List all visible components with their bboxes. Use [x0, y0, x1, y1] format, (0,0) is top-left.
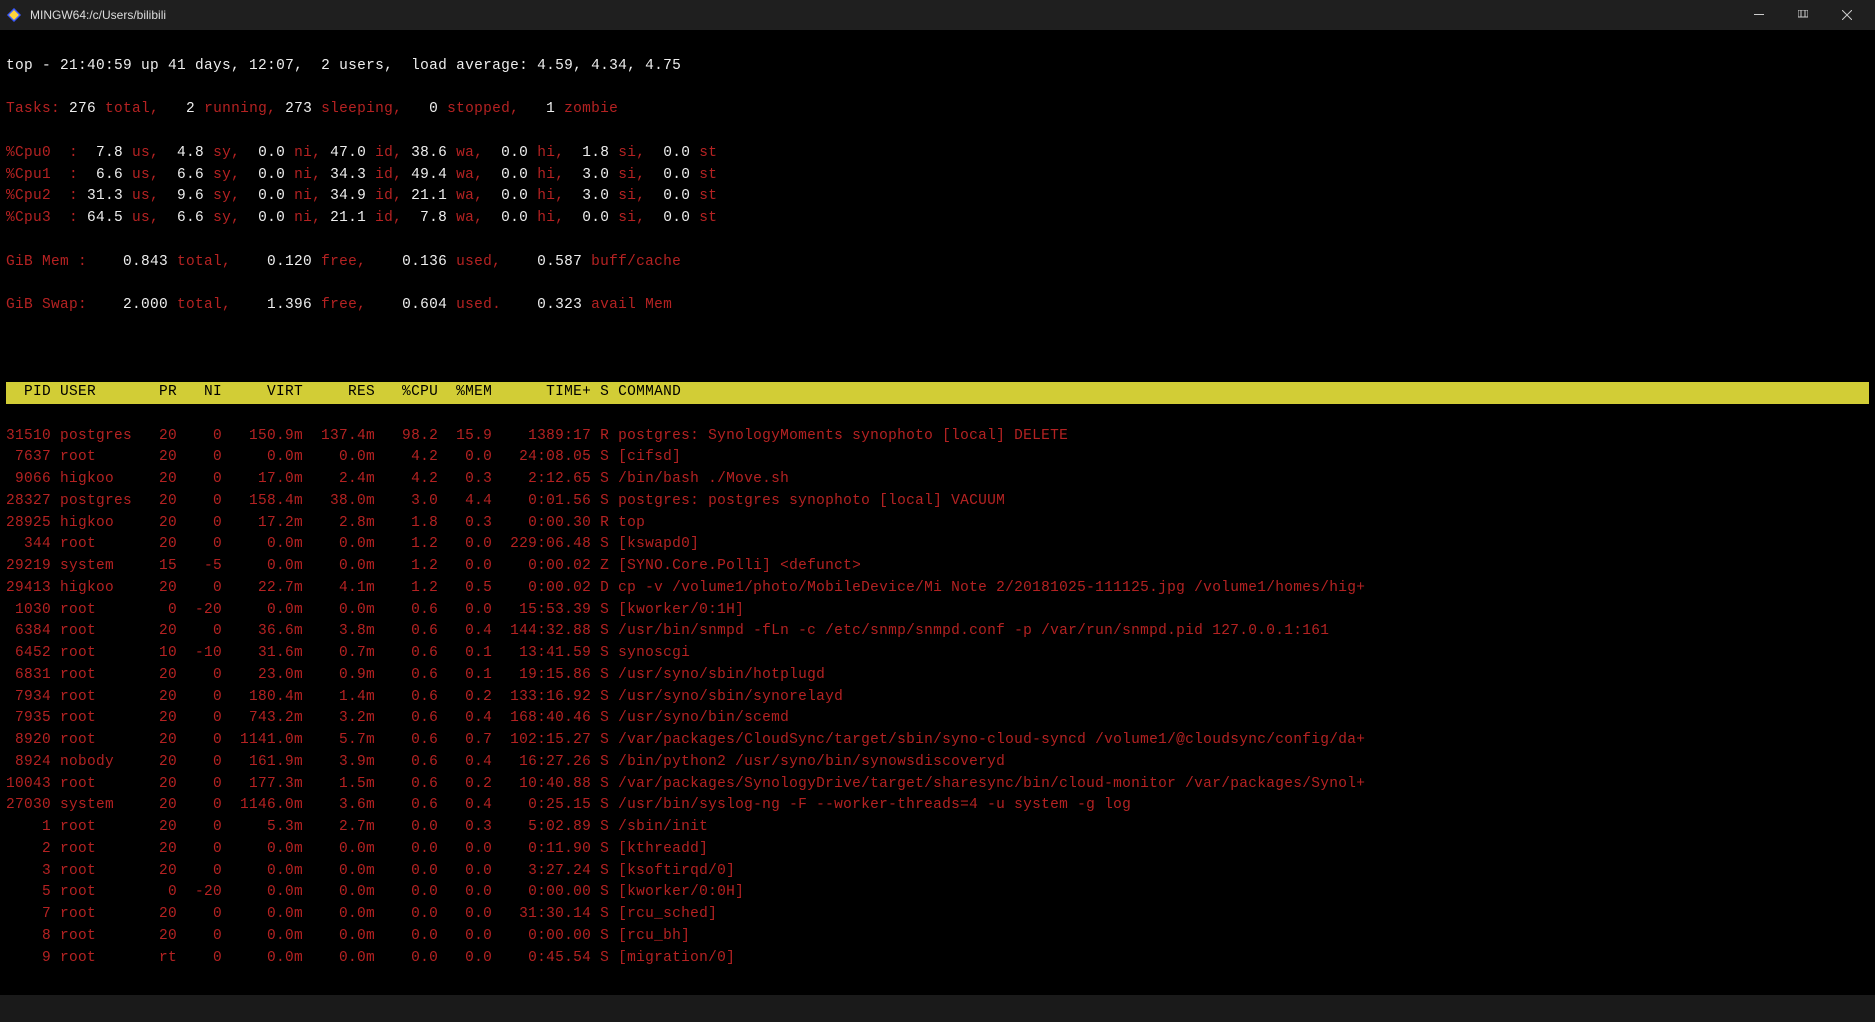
tasks-line: Tasks: 276 total, 2 running, 273 sleepin…: [6, 99, 1869, 121]
process-row: 6452 root 10 -10 31.6m 0.7m 0.6 0.1 13:4…: [6, 643, 1869, 665]
process-row: 28925 higkoo 20 0 17.2m 2.8m 1.8 0.3 0:0…: [6, 513, 1869, 535]
process-row: 1 root 20 0 5.3m 2.7m 0.0 0.3 5:02.89 S …: [6, 817, 1869, 839]
window-titlebar[interactable]: MINGW64:/c/Users/bilibili: [0, 0, 1875, 30]
process-row: 8924 nobody 20 0 161.9m 3.9m 0.6 0.4 16:…: [6, 752, 1869, 774]
process-row: 7934 root 20 0 180.4m 1.4m 0.6 0.2 133:1…: [6, 687, 1869, 709]
process-row: 3 root 20 0 0.0m 0.0m 0.0 0.0 3:27.24 S …: [6, 861, 1869, 883]
process-row: 7 root 20 0 0.0m 0.0m 0.0 0.0 31:30.14 S…: [6, 904, 1869, 926]
app-icon: [6, 7, 22, 23]
process-row: 2 root 20 0 0.0m 0.0m 0.0 0.0 0:11.90 S …: [6, 839, 1869, 861]
process-row: 29413 higkoo 20 0 22.7m 4.1m 1.2 0.5 0:0…: [6, 578, 1869, 600]
mem-line: GiB Mem : 0.843 total, 0.120 free, 0.136…: [6, 252, 1869, 274]
process-row: 8920 root 20 0 1141.0m 5.7m 0.6 0.7 102:…: [6, 730, 1869, 752]
process-row: 10043 root 20 0 177.3m 1.5m 0.6 0.2 10:4…: [6, 774, 1869, 796]
process-row: 6384 root 20 0 36.6m 3.8m 0.6 0.4 144:32…: [6, 621, 1869, 643]
process-row: 9 root rt 0 0.0m 0.0m 0.0 0.0 0:45.54 S …: [6, 948, 1869, 970]
blank-line: [6, 339, 1869, 361]
process-row: 1030 root 0 -20 0.0m 0.0m 0.6 0.0 15:53.…: [6, 600, 1869, 622]
process-row: 9066 higkoo 20 0 17.0m 2.4m 4.2 0.3 2:12…: [6, 469, 1869, 491]
process-row: 31510 postgres 20 0 150.9m 137.4m 98.2 1…: [6, 426, 1869, 448]
cpu-line: %Cpu2 : 31.3 us, 9.6 sy, 0.0 ni, 34.9 id…: [6, 186, 1869, 208]
cpu-line: %Cpu3 : 64.5 us, 6.6 sy, 0.0 ni, 21.1 id…: [6, 208, 1869, 230]
window-title: MINGW64:/c/Users/bilibili: [30, 8, 166, 22]
minimize-button[interactable]: [1737, 0, 1781, 30]
process-row: 344 root 20 0 0.0m 0.0m 1.2 0.0 229:06.4…: [6, 534, 1869, 556]
top-summary-line: top - 21:40:59 up 41 days, 12:07, 2 user…: [6, 56, 1869, 78]
process-header-row: PID USER PR NI VIRT RES %CPU %MEM TIME+ …: [6, 382, 1869, 404]
process-row: 29219 system 15 -5 0.0m 0.0m 1.2 0.0 0:0…: [6, 556, 1869, 578]
process-row: 28327 postgres 20 0 158.4m 38.0m 3.0 4.4…: [6, 491, 1869, 513]
maximize-button[interactable]: [1781, 0, 1825, 30]
process-row: 7935 root 20 0 743.2m 3.2m 0.6 0.4 168:4…: [6, 708, 1869, 730]
process-row: 27030 system 20 0 1146.0m 3.6m 0.6 0.4 0…: [6, 795, 1869, 817]
process-row: 5 root 0 -20 0.0m 0.0m 0.0 0.0 0:00.00 S…: [6, 882, 1869, 904]
process-row: 6831 root 20 0 23.0m 0.9m 0.6 0.1 19:15.…: [6, 665, 1869, 687]
cpu-line: %Cpu0 : 7.8 us, 4.8 sy, 0.0 ni, 47.0 id,…: [6, 143, 1869, 165]
process-row: 8 root 20 0 0.0m 0.0m 0.0 0.0 0:00.00 S …: [6, 926, 1869, 948]
swap-line: GiB Swap: 2.000 total, 1.396 free, 0.604…: [6, 295, 1869, 317]
terminal-body[interactable]: top - 21:40:59 up 41 days, 12:07, 2 user…: [0, 30, 1875, 995]
cpu-line: %Cpu1 : 6.6 us, 6.6 sy, 0.0 ni, 34.3 id,…: [6, 165, 1869, 187]
close-button[interactable]: [1825, 0, 1869, 30]
process-row: 7637 root 20 0 0.0m 0.0m 4.2 0.0 24:08.0…: [6, 447, 1869, 469]
